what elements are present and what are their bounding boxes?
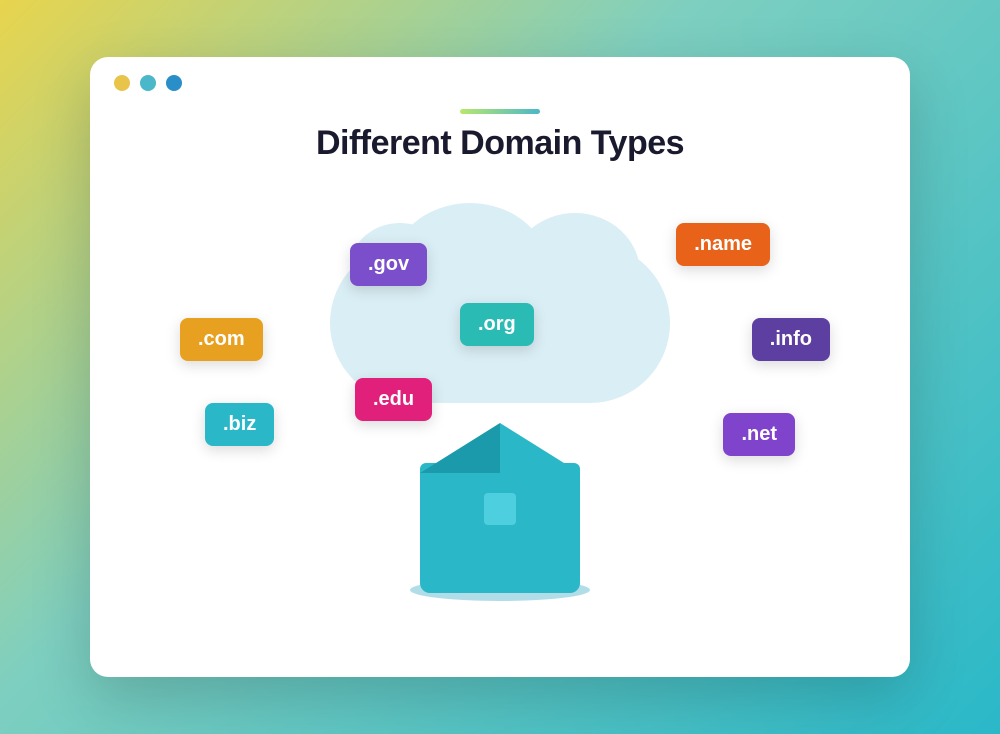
domain-tag-com: .com: [180, 318, 263, 361]
domain-tag-name: .name: [676, 223, 770, 266]
domain-tag-info: .info: [752, 318, 830, 361]
domain-tag-biz: .biz: [205, 403, 274, 446]
accent-bar: [460, 109, 540, 114]
box-flap-left: [420, 423, 500, 473]
box-body: [420, 463, 580, 593]
domain-tag-org: .org: [460, 303, 534, 346]
window-header: [90, 57, 910, 101]
box-inner-square: [484, 493, 516, 525]
title-section: Different Domain Types: [90, 109, 910, 163]
open-box: [420, 463, 580, 593]
domain-tag-net: .net: [723, 413, 795, 456]
illustration-area: .com .gov .name .org .info .edu .biz .ne…: [90, 163, 910, 623]
domain-tag-gov: .gov: [350, 243, 427, 286]
page-title: Different Domain Types: [316, 124, 684, 163]
maximize-dot: [166, 75, 182, 91]
close-dot: [114, 75, 130, 91]
domain-tag-edu: .edu: [355, 378, 432, 421]
minimize-dot: [140, 75, 156, 91]
browser-window: Different Domain Types .com .gov .name .…: [90, 57, 910, 677]
box-flap-right: [500, 423, 580, 473]
